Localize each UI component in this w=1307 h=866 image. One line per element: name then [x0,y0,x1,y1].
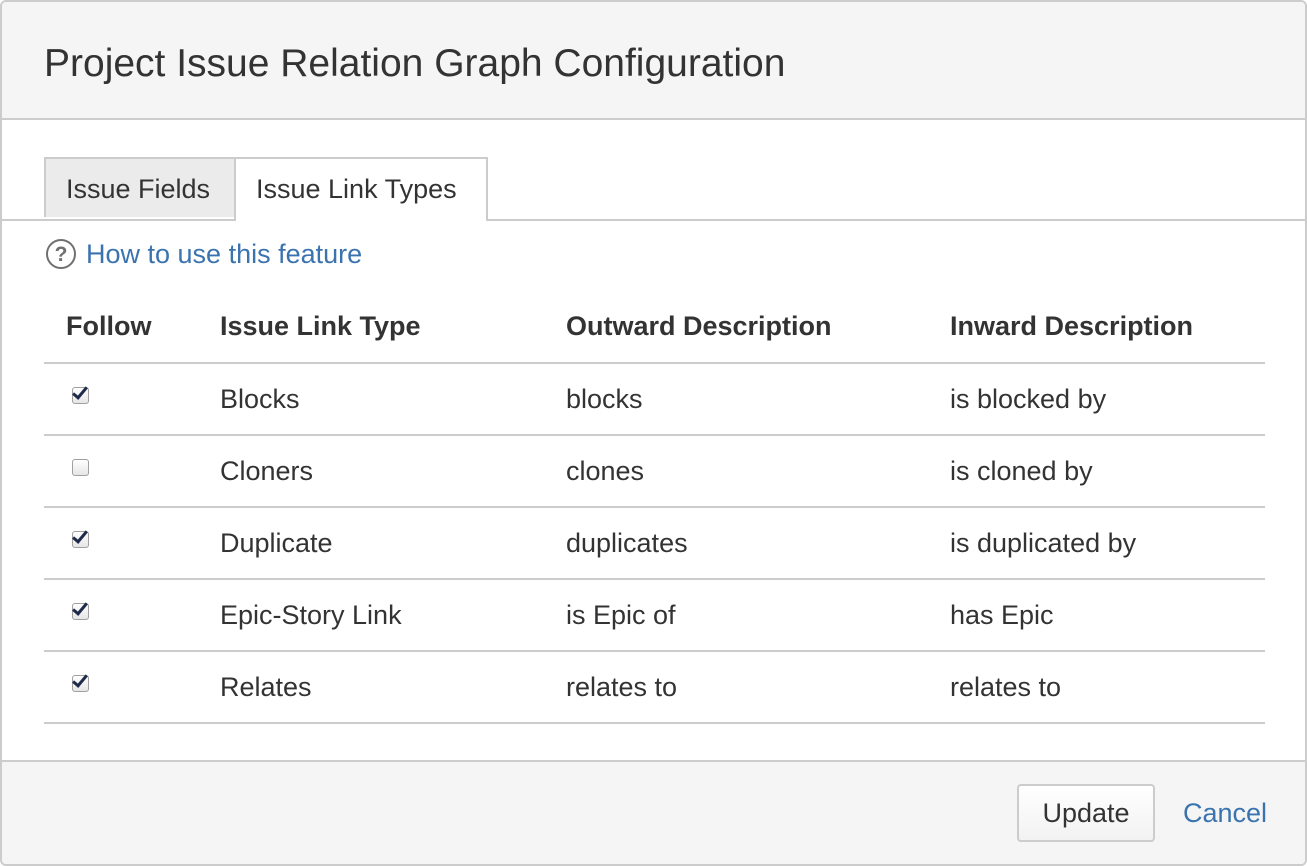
follow-cell [44,363,220,436]
inward-description-cell: relates to [950,651,1265,724]
inward-description-cell: has Epic [950,579,1265,652]
table-header-row: Follow Issue Link Type Outward Descripti… [44,290,1265,364]
column-header-link-type: Issue Link Type [220,290,566,364]
link-type-cell: Blocks [220,363,566,436]
link-type-cell: Epic-Story Link [220,579,566,652]
table-row: Cloners clones is cloned by [44,435,1265,508]
help-row: ? How to use this feature [46,237,362,271]
inward-description-cell: is cloned by [950,435,1265,508]
inward-description-cell: is duplicated by [950,507,1265,580]
follow-checkbox[interactable] [72,386,89,404]
dialog-title: Project Issue Relation Graph Configurati… [44,42,786,85]
outward-description-cell: is Epic of [566,579,950,652]
follow-cell [44,435,220,508]
follow-cell [44,579,220,652]
follow-cell [44,507,220,580]
link-types-table: Follow Issue Link Type Outward Descripti… [44,290,1265,724]
link-type-cell: Duplicate [220,507,566,580]
question-circle-icon: ? [46,239,76,269]
follow-cell [44,651,220,724]
config-dialog: Project Issue Relation Graph Configurati… [0,0,1307,866]
table-row: Relates relates to relates to [44,651,1265,724]
outward-description-cell: duplicates [566,507,950,580]
table-row: Blocks blocks is blocked by [44,363,1265,436]
follow-checkbox[interactable] [72,458,89,476]
column-header-follow: Follow [44,290,220,364]
link-type-cell: Cloners [220,435,566,508]
column-header-inward: Inward Description [950,290,1265,364]
follow-checkbox[interactable] [72,602,89,620]
follow-checkbox[interactable] [72,674,89,692]
dialog-footer: Update Cancel [2,760,1305,864]
column-header-outward: Outward Description [566,290,950,364]
outward-description-cell: clones [566,435,950,508]
update-button[interactable]: Update [1017,784,1155,842]
inward-description-cell: is blocked by [950,363,1265,436]
cancel-button[interactable]: Cancel [1183,798,1267,829]
help-link[interactable]: How to use this feature [86,239,362,270]
link-type-cell: Relates [220,651,566,724]
dialog-header: Project Issue Relation Graph Configurati… [2,2,1305,120]
tab-issue-link-types[interactable]: Issue Link Types [234,157,488,221]
table-row: Epic-Story Link is Epic of has Epic [44,579,1265,652]
follow-checkbox[interactable] [72,530,89,548]
tab-issue-fields[interactable]: Issue Fields [44,157,236,217]
table-row: Duplicate duplicates is duplicated by [44,507,1265,580]
outward-description-cell: relates to [566,651,950,724]
outward-description-cell: blocks [566,363,950,436]
